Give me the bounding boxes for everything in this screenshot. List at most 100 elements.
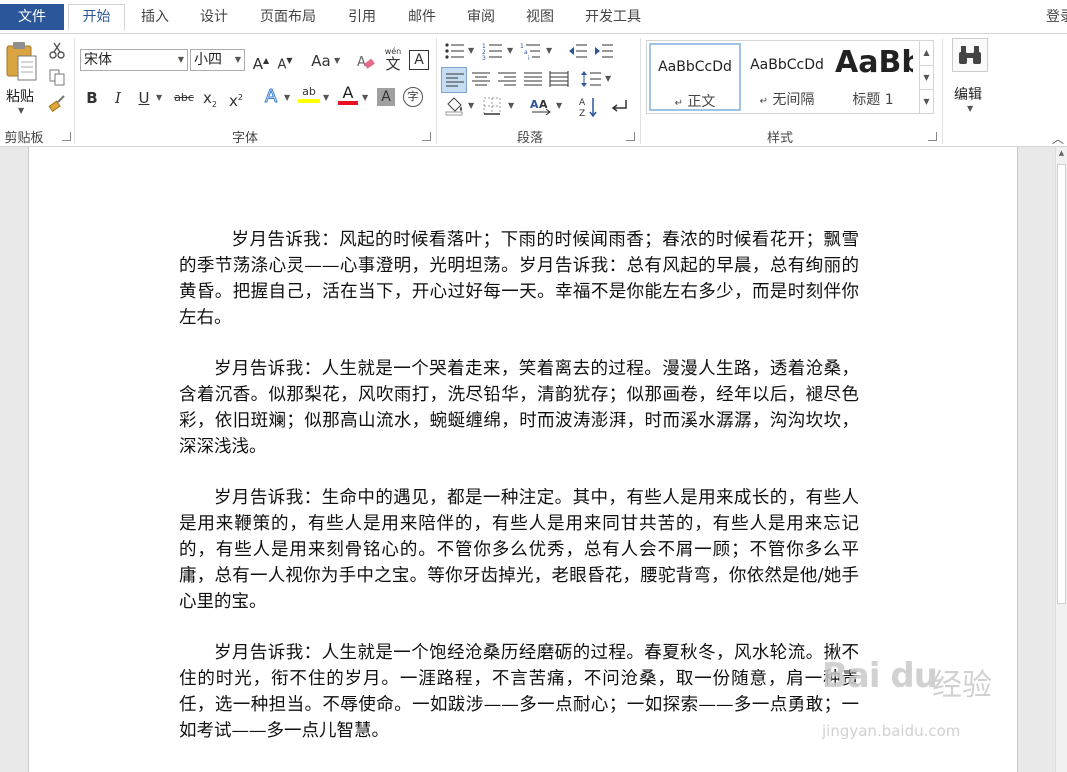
align-center-button[interactable]: [470, 70, 492, 92]
paragraph-return-icon: ↵: [759, 96, 768, 107]
document-body[interactable]: 岁月告诉我：风起的时候看落叶；下雨的时候闻雨香；春浓的时候看花开；飘雪的季节荡涤…: [179, 227, 859, 769]
tab-review[interactable]: 审阅: [455, 4, 507, 30]
text-effects-dropdown[interactable]: ▼: [284, 87, 290, 109]
numbering-button[interactable]: 1 2 3: [482, 42, 504, 64]
justify-button[interactable]: [522, 70, 544, 92]
italic-button[interactable]: I: [110, 87, 126, 109]
font-color-button[interactable]: A: [338, 85, 358, 105]
font-name-combo[interactable]: 宋体 ▼: [80, 49, 188, 71]
line-spacing-dropdown[interactable]: ▼: [605, 68, 611, 90]
enclose-characters-button[interactable]: 字: [403, 87, 423, 107]
scissors-icon: [49, 42, 65, 59]
asian-layout-button[interactable]: A A: [530, 96, 554, 120]
justify-icon: [524, 72, 542, 86]
svg-text:A: A: [530, 98, 539, 111]
underline-dropdown[interactable]: ▼: [156, 87, 162, 109]
tab-developer[interactable]: 开发工具: [574, 4, 652, 30]
paragraph[interactable]: 岁月告诉我：生命中的遇见，都是一种注定。其中，有些人是用来成长的，有些人是用来鞭…: [179, 485, 859, 615]
tab-file[interactable]: 文件: [0, 4, 64, 30]
paragraph[interactable]: 岁月告诉我：风起的时候看落叶；下雨的时候闻雨香；春浓的时候看花开；飘雪的季节荡涤…: [179, 227, 859, 331]
font-size-combo[interactable]: 小四 ▼: [190, 49, 245, 71]
highlight-dropdown[interactable]: ▼: [323, 87, 329, 109]
paragraph-mark-icon: [611, 100, 627, 112]
underline-button[interactable]: U: [136, 87, 152, 109]
paragraph[interactable]: 岁月告诉我：人生就是一个饱经沧桑历经磨砺的过程。春夏秋冬，风水轮流。揪不住的时光…: [179, 640, 859, 744]
paste-button[interactable]: 粘贴 ▼: [4, 40, 42, 120]
font-dialog-launcher[interactable]: [422, 132, 431, 141]
clear-formatting-button[interactable]: A: [356, 52, 376, 76]
binoculars-icon: [959, 46, 981, 64]
style-name-text: 正文: [687, 94, 716, 110]
font-group-label: 字体: [231, 131, 258, 146]
paragraph-group-label: 段落: [516, 131, 543, 146]
style-normal[interactable]: AaBbCcDd ↵ 正文: [649, 43, 741, 111]
sort-button[interactable]: A Z: [579, 96, 599, 122]
change-case-button[interactable]: Aa: [310, 50, 332, 72]
change-case-dropdown[interactable]: ▼: [334, 50, 340, 72]
numbering-dropdown[interactable]: ▼: [507, 40, 513, 62]
align-right-button[interactable]: [496, 70, 518, 92]
increase-indent-button[interactable]: [594, 42, 614, 64]
watermark-cn-text: 经验: [932, 668, 992, 703]
tab-home[interactable]: 开始: [68, 4, 125, 31]
tab-design[interactable]: 设计: [188, 4, 240, 30]
text-effects-button[interactable]: A: [262, 86, 280, 108]
font-color-dropdown[interactable]: ▼: [362, 87, 368, 109]
clipboard-dialog-launcher[interactable]: [62, 132, 71, 141]
vertical-scrollbar[interactable]: ▲: [1055, 147, 1067, 772]
distributed-button[interactable]: [548, 70, 570, 92]
phonetic-guide-button[interactable]: wén 文: [382, 47, 404, 72]
collapse-ribbon-button[interactable]: ︿: [1052, 130, 1064, 147]
gallery-more-button[interactable]: ▼: [919, 89, 933, 113]
asian-layout-icon: A A: [530, 98, 551, 116]
bullets-icon: [445, 43, 464, 59]
tab-mailings[interactable]: 邮件: [396, 4, 448, 30]
tab-page-layout[interactable]: 页面布局: [250, 4, 326, 30]
shading-dropdown[interactable]: ▼: [468, 95, 474, 117]
format-painter-button[interactable]: [48, 94, 66, 116]
line-spacing-button[interactable]: [580, 70, 602, 92]
clipboard-group-label: 剪贴板: [4, 131, 44, 146]
multilevel-list-button[interactable]: 1 a i: [520, 42, 542, 64]
show-hide-marks-button[interactable]: [610, 98, 628, 120]
editing-button[interactable]: 编辑 ▼: [948, 38, 992, 118]
paragraph-dialog-launcher[interactable]: [626, 132, 635, 141]
scrollbar-thumb[interactable]: [1057, 164, 1066, 604]
strikethrough-button[interactable]: abc: [172, 87, 196, 109]
character-shading-button[interactable]: A: [377, 88, 395, 106]
cut-button[interactable]: [48, 41, 66, 63]
bold-button[interactable]: B: [84, 87, 100, 109]
multilevel-dropdown[interactable]: ▼: [546, 40, 552, 62]
editing-label: 编辑: [954, 87, 982, 103]
paragraph[interactable]: 岁月告诉我：人生就是一个哭着走来，笑着离去的过程。漫漫人生路，透着沧桑，含着沉香…: [179, 356, 859, 460]
shading-button[interactable]: [444, 96, 466, 120]
styles-dialog-launcher[interactable]: [928, 132, 937, 141]
increase-indent-icon: [595, 44, 613, 58]
tab-references[interactable]: 引用: [336, 4, 388, 30]
style-no-spacing[interactable]: AaBbCcDd ↵ 无间隔: [741, 43, 833, 111]
superscript-button[interactable]: x2: [227, 87, 245, 110]
style-heading-1[interactable]: AaBb 标题 1: [833, 43, 913, 111]
bullets-button[interactable]: [444, 42, 466, 64]
tab-view[interactable]: 视图: [514, 4, 566, 30]
scroll-up-arrow[interactable]: ▲: [1056, 149, 1067, 157]
gallery-scroll-up[interactable]: ▲: [919, 41, 933, 65]
borders-dropdown[interactable]: ▼: [508, 95, 514, 117]
borders-button[interactable]: [483, 97, 501, 119]
gallery-scroll-down[interactable]: ▼: [919, 65, 933, 89]
shrink-font-button[interactable]: A▼: [276, 50, 294, 72]
login-link[interactable]: 登录: [1040, 4, 1067, 30]
group-divider: [942, 38, 943, 144]
align-left-button[interactable]: [441, 67, 467, 93]
paste-dropdown-arrow[interactable]: ▼: [18, 106, 24, 115]
asian-layout-dropdown[interactable]: ▼: [556, 95, 562, 117]
highlight-color-button[interactable]: ab: [298, 85, 320, 103]
character-border-button[interactable]: A: [409, 50, 429, 70]
tab-insert[interactable]: 插入: [130, 4, 180, 30]
grow-font-button[interactable]: A▲: [252, 50, 270, 73]
bullets-dropdown[interactable]: ▼: [468, 40, 474, 62]
decrease-indent-button[interactable]: [568, 42, 588, 64]
style-name: 标题 1: [852, 92, 894, 108]
copy-button[interactable]: [48, 68, 66, 90]
subscript-button[interactable]: x2: [201, 87, 219, 109]
